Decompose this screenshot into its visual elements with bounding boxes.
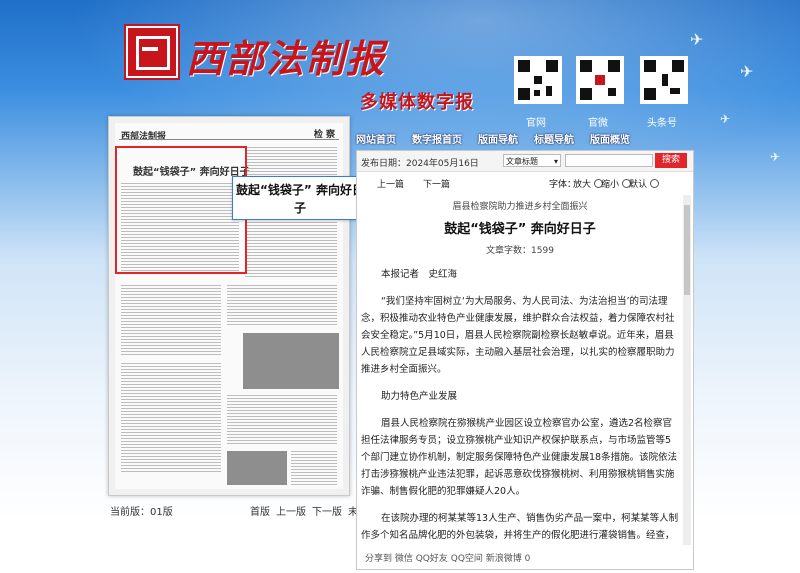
font-size-label: 字体： (549, 180, 577, 190)
nav-page-overview[interactable]: 版面概览 (582, 128, 638, 148)
radio-icon (649, 179, 659, 188)
prev-page-link[interactable]: 上一版 (276, 503, 306, 518)
bird-icon: ✈ (740, 62, 754, 81)
zoom-in-option[interactable]: 放大 (573, 177, 604, 190)
current-page-label: 当前版：01版 (110, 507, 173, 518)
nav-title-navigation[interactable]: 标题导航 (526, 128, 582, 148)
article-paragraph: 在该院办理的柯某某等13人生产、销售伪劣产品一案中，柯某某等人制作多个知名品牌化… (361, 513, 679, 541)
qr-label-toutiao: 头条号 (647, 118, 677, 129)
first-page-link[interactable]: 首版 (250, 503, 270, 518)
paper-photo (243, 333, 339, 389)
article-panel-header: 发布日期：2024年05月16日 文章标题 ▾ 搜索 (357, 151, 693, 172)
paper-photo (227, 451, 287, 485)
qr-label-wechat: 官微 (588, 118, 608, 129)
search-input[interactable] (565, 154, 653, 167)
search-button[interactable]: 搜索 (655, 153, 687, 168)
article-paragraph: 眉县人民检察院在猕猴桃产业园区设立检察官办公室，遴选2名检察官担任法律服务专员；… (361, 418, 678, 497)
nav-epaper-home[interactable]: 数字报首页 (404, 128, 470, 148)
search-field-select[interactable]: 文章标题 ▾ (503, 154, 561, 167)
article-title: 鼓起“钱袋子” 奔向好日子 (444, 222, 596, 237)
share-bar[interactable]: 分享到 微信 QQ好友 QQ空间 新浪微博 0 (365, 551, 530, 564)
article-scrollbar[interactable] (683, 195, 691, 545)
bird-icon: ✈ (720, 112, 731, 126)
site-subtitle: 多媒体数字报 (360, 92, 474, 113)
qr-code-official-site (514, 56, 562, 104)
next-article-link[interactable]: 下一篇 (423, 177, 450, 190)
main-nav: 网站首页 数字报首页 版面导航 标题导航 版面概览 (348, 128, 638, 148)
reset-font-option[interactable]: 默认 (629, 177, 660, 190)
article-byline: 本报记者 史红海 (381, 269, 458, 280)
article-lead: 眉县检察院助力推进乡村全面振兴 (452, 202, 588, 212)
qr-label-official-site: 官网 (526, 118, 546, 129)
article-toolbar: 上一篇 下一篇 字体： 放大 缩小 默认 (357, 175, 693, 190)
page-navigation: 首版 上一版 下一版 末版 (250, 503, 368, 518)
qr-code-toutiao (640, 56, 688, 104)
article-paragraph: “我们坚持牢固树立‘为大局服务、为人民司法、为法治担当’的司法理念，积极推动农业… (361, 296, 675, 375)
article-highlight-box[interactable] (115, 146, 247, 274)
paper-masthead: 西部法制报 (121, 132, 167, 142)
publish-date: 发布日期：2024年05月16日 (361, 159, 479, 169)
zoom-out-option[interactable]: 缩小 (601, 177, 632, 190)
qr-code-wechat (576, 56, 624, 104)
logo-emblem (126, 26, 178, 78)
nav-home[interactable]: 网站首页 (348, 128, 404, 148)
article-panel: 发布日期：2024年05月16日 文章标题 ▾ 搜索 上一篇 下一篇 字体： 放… (356, 150, 694, 570)
bird-icon: ✈ (690, 30, 704, 49)
article-subheading: 助力特色产业发展 (381, 391, 458, 402)
bird-icon: ✈ (770, 150, 781, 164)
nav-page-navigation[interactable]: 版面导航 (470, 128, 526, 148)
prev-article-link[interactable]: 上一篇 (377, 177, 404, 190)
site-logo-text[interactable]: 西部法制报 (186, 28, 386, 83)
article-tooltip: 鼓起“钱袋子” 奔向好日子 (232, 176, 368, 220)
article-word-count: 文章字数：1599 (486, 246, 554, 256)
next-page-link[interactable]: 下一版 (312, 503, 342, 518)
article-body: 眉县检察院助力推进乡村全面振兴 鼓起“钱袋子” 奔向好日子 文章字数：1599 … (361, 195, 679, 545)
chevron-down-icon: ▾ (553, 157, 558, 166)
